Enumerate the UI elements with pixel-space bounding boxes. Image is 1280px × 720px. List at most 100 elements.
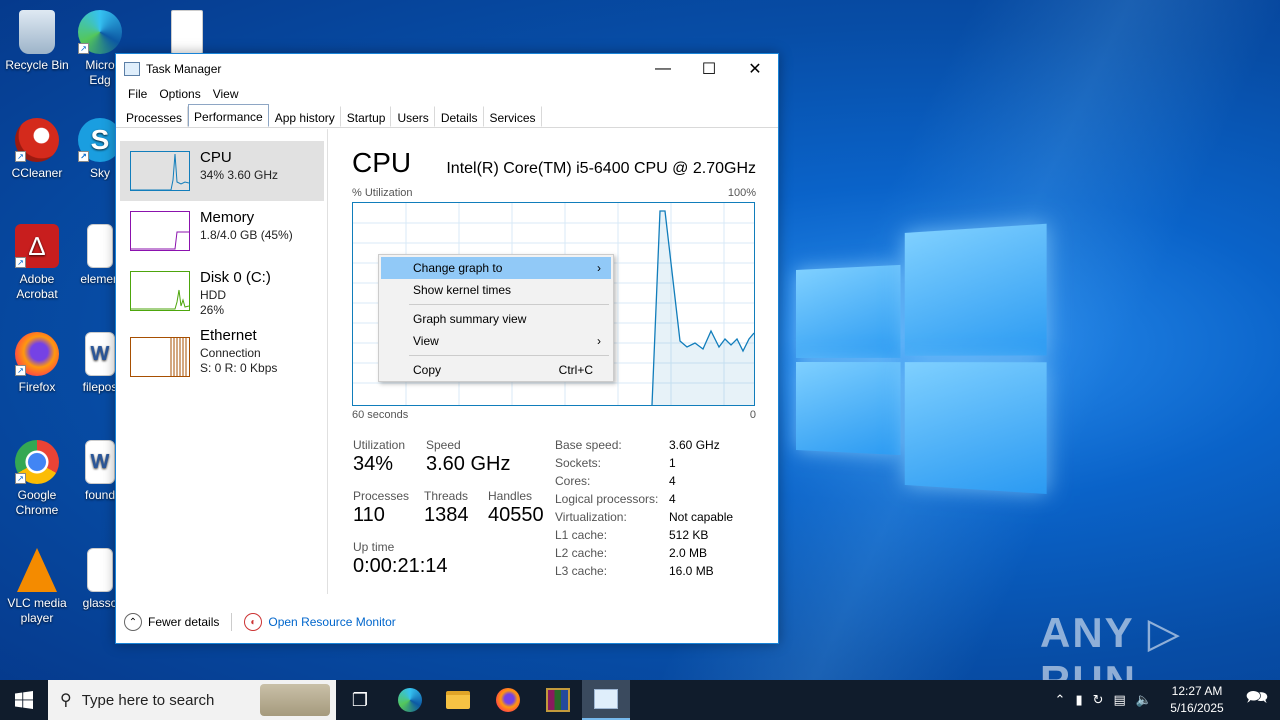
threads-value: 1384 <box>424 504 469 526</box>
icon-label: Recycle Bin <box>5 58 69 72</box>
sidebar-item-cpu[interactable]: CPU 34% 3.60 GHz <box>120 141 324 201</box>
clock-date: 5/16/2025 <box>1170 701 1224 715</box>
windows-start-icon <box>15 691 33 709</box>
desktop-icon-chrome[interactable]: ↗ Google Chrome <box>0 434 74 518</box>
max-percent-label: 100% <box>727 187 756 199</box>
battery-icon[interactable]: ▮ <box>1075 692 1082 708</box>
chrome-icon: ↗ <box>15 440 59 484</box>
copy-shortcut: Ctrl+C <box>558 363 593 377</box>
desktop-icon-firefox[interactable]: ↗ Firefox <box>0 326 74 395</box>
cpu-heading: CPU <box>352 147 412 178</box>
word-file-icon-2: W <box>85 440 115 484</box>
tab-details[interactable]: Details <box>435 106 484 127</box>
spec-label: Base speed: <box>555 438 622 452</box>
volume-icon[interactable]: 🔈 <box>1136 692 1152 708</box>
notification-icon: 🗪 <box>1245 687 1269 707</box>
tab-services[interactable]: Services <box>484 106 542 127</box>
menu-item-change-graph[interactable]: Change graph to › <box>381 257 611 279</box>
taskbar-file-explorer[interactable] <box>434 680 482 720</box>
sidebar-item-disk[interactable]: Disk 0 (C:) HDD 26% <box>120 261 324 321</box>
zero-label: 0 <box>749 409 756 421</box>
menu-item-view[interactable]: View › <box>381 330 611 352</box>
search-icon: ⚲ <box>60 692 72 709</box>
spec-label: Virtualization: <box>555 510 627 524</box>
window-title: Task Manager <box>146 62 222 76</box>
chevron-right-icon: › <box>597 261 601 275</box>
threads-label: Threads <box>424 489 469 503</box>
menu-item-summary-view[interactable]: Graph summary view <box>381 308 611 330</box>
taskbar-task-manager[interactable] <box>582 680 630 720</box>
sidebar-item-ethernet[interactable]: Ethernet Connection S: 0 R: 0 Kbps <box>120 327 324 387</box>
tab-app-history[interactable]: App history <box>269 106 341 127</box>
word-file-icon: W <box>85 332 115 376</box>
utilization-value: 34% <box>353 453 394 475</box>
processes-value: 110 <box>353 504 385 526</box>
minimize-button[interactable]: — <box>640 54 686 84</box>
menu-item-label: Show kernel times <box>413 283 512 297</box>
taskbar-search-box[interactable]: ⚲ Type here to search <box>48 680 336 720</box>
start-button[interactable] <box>0 680 48 720</box>
spec-label: L2 cache: <box>555 546 608 560</box>
fewer-details-button[interactable]: Fewer details <box>148 615 219 629</box>
menu-file[interactable]: File <box>122 84 153 104</box>
handles-value: 40550 <box>488 504 544 526</box>
open-resource-monitor-link[interactable]: Open Resource Monitor <box>268 615 395 629</box>
icon-label: elemen <box>80 272 120 286</box>
task-manager-taskbar-icon <box>594 689 618 709</box>
desktop-icon-recycle-bin[interactable]: Recycle Bin <box>0 4 74 73</box>
tab-bar: Processes Performance App history Startu… <box>116 104 778 128</box>
firefox-icon: ↗ <box>15 332 59 376</box>
icon-label: Micro Edg <box>85 58 115 87</box>
desktop-icon-acrobat[interactable]: ∆ ↗ Adobe Acrobat <box>0 218 74 302</box>
tab-users[interactable]: Users <box>391 106 435 127</box>
menu-separator <box>409 355 609 356</box>
sidebar-cpu-title: CPU <box>200 149 232 166</box>
windows-logo-wallpaper <box>796 223 1049 497</box>
desktop-icon-ccleaner[interactable]: ↗ CCleaner <box>0 112 74 181</box>
chevron-up-tray-icon[interactable]: ⌃ <box>1055 692 1066 708</box>
desktop-icon-image-file[interactable] <box>150 4 224 58</box>
taskbar-firefox[interactable] <box>484 680 532 720</box>
cpu-model-name: Intel(R) Core(TM) i5-6400 CPU @ 2.70GHz <box>446 160 756 177</box>
title-bar[interactable]: Task Manager — ☐ ✕ <box>116 54 778 84</box>
handles-label: Handles <box>488 489 533 503</box>
vlc-icon <box>17 548 57 592</box>
menu-view[interactable]: View <box>207 84 245 104</box>
chevron-up-icon[interactable]: ⌃ <box>124 613 142 631</box>
utilization-label: Utilization <box>353 438 406 452</box>
resource-monitor-icon: ◐ <box>244 613 263 631</box>
ccleaner-icon: ↗ <box>15 118 59 162</box>
task-view-button[interactable]: ❐ <box>336 680 384 720</box>
tab-performance[interactable]: Performance <box>188 104 269 127</box>
icon-label: Google Chrome <box>15 488 59 517</box>
image-file-icon <box>171 10 203 54</box>
taskbar-winrar[interactable] <box>534 680 582 720</box>
speed-label: Speed <box>426 438 461 452</box>
acrobat-icon: ∆ ↗ <box>15 224 59 268</box>
spec-value: 3.60 GHz <box>669 438 720 452</box>
menu-options[interactable]: Options <box>153 84 206 104</box>
desktop-icon-vlc[interactable]: VLC media player <box>0 542 74 626</box>
tab-startup[interactable]: Startup <box>341 106 392 127</box>
sidebar-memory-detail: 1.8/4.0 GB (45%) <box>200 228 293 242</box>
maximize-button[interactable]: ☐ <box>686 54 732 84</box>
menu-item-kernel-times[interactable]: Show kernel times <box>381 279 611 301</box>
taskbar-edge[interactable] <box>386 680 434 720</box>
sync-icon[interactable]: ↻ <box>1093 692 1104 708</box>
tab-processes[interactable]: Processes <box>120 106 189 127</box>
spec-label: Sockets: <box>555 456 602 470</box>
sidebar-item-memory[interactable]: Memory 1.8/4.0 GB (45%) <box>120 201 324 261</box>
search-highlight-image <box>260 684 330 716</box>
clock[interactable]: 12:27 AM 5/16/2025 <box>1162 683 1232 717</box>
icon-label: VLC media player <box>7 596 67 625</box>
menu-item-copy[interactable]: Copy Ctrl+C <box>381 359 611 381</box>
spec-label: L3 cache: <box>555 564 608 578</box>
sidebar-disk-detail: HDD 26% <box>200 288 226 318</box>
speed-value: 3.60 GHz <box>426 453 511 475</box>
close-button[interactable]: ✕ <box>732 54 778 84</box>
notification-center-button[interactable]: 🗪 <box>1234 680 1280 720</box>
task-view-icon: ❐ <box>351 689 369 710</box>
spec-value: 1 <box>669 456 676 470</box>
network-icon[interactable]: ▤ <box>1114 692 1126 708</box>
icon-label: Firefox <box>18 380 56 394</box>
